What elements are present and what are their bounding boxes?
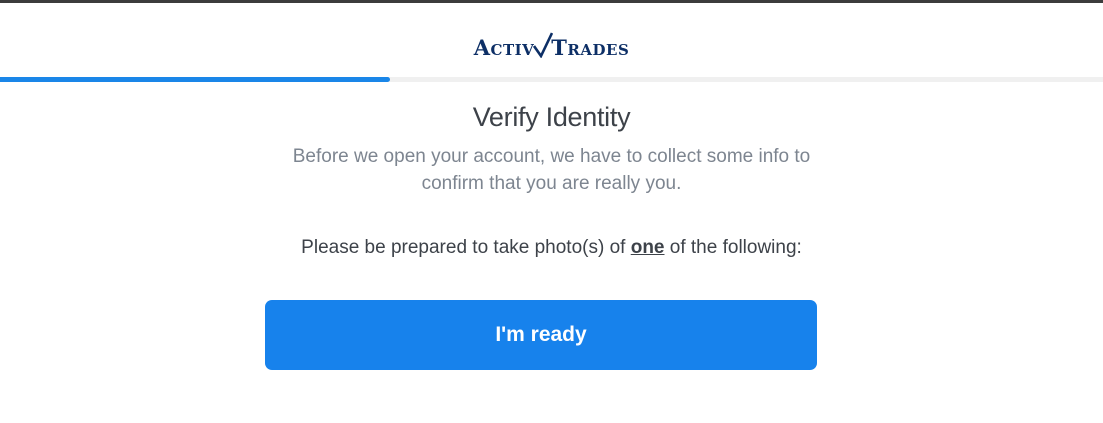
verify-identity-panel: Verify Identity Before we open your acco… [0,82,1103,259]
im-ready-button[interactable]: I'm ready [265,300,817,370]
instruction-emphasis: one [630,237,665,258]
checkmark-logo-icon [533,32,554,58]
header: A CTIV T RADES [0,3,1103,77]
instruction-text: Please be prepared to take photo(s) of o… [0,237,1103,259]
instruction-after: of the following: [664,237,802,258]
page-title: Verify Identity [472,102,631,132]
page-subtitle: Before we open your account, we have to … [292,146,811,194]
activtrades-logo: A CTIV T RADES [474,32,630,58]
instruction-before: Please be prepared to take photo(s) of [301,237,631,258]
